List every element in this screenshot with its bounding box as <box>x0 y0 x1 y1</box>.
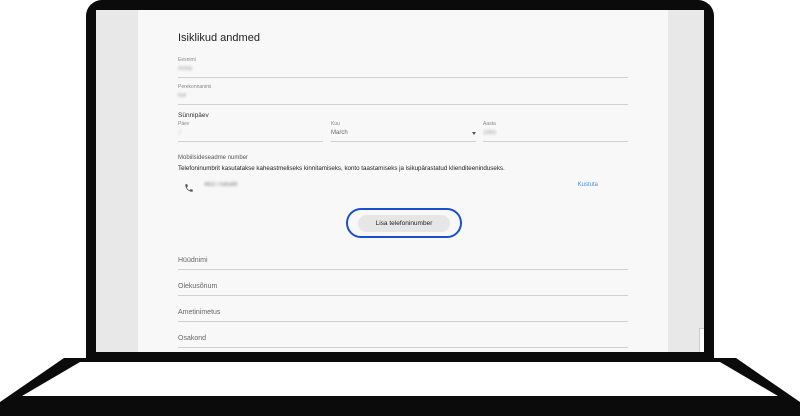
first-name-label: Eesnimi <box>178 57 196 63</box>
mobile-section-title: Mobiilsideseadme number <box>178 155 249 161</box>
scrollbar-handle[interactable] <box>699 328 704 352</box>
mobile-description: Telefoninumbrit kasutatakse kaheastmelis… <box>178 165 505 172</box>
laptop-screen: Isiklikud andmed Eesnimi Anna Perekonnan… <box>96 10 704 352</box>
laptop-base <box>0 358 800 416</box>
month-value: March <box>331 130 348 136</box>
job-title-placeholder: Ametinimetus <box>178 309 221 316</box>
birthday-day-field[interactable]: Päev 7 <box>178 121 323 142</box>
last-name-value: Kill <box>178 93 187 99</box>
month-label: Kuu <box>331 121 340 127</box>
phone-icon <box>184 180 194 192</box>
job-title-field[interactable]: Ametinimetus <box>178 307 628 322</box>
phone-number-value: 4637756589 <box>204 182 238 188</box>
add-phone-button[interactable]: Lisa telefoninumber <box>358 215 450 232</box>
dropdown-arrow-icon <box>472 132 476 135</box>
last-name-label: Perekonnanimi <box>178 84 212 90</box>
day-label: Päev <box>178 121 190 127</box>
status-message-placeholder: Olekusõnum <box>178 283 218 290</box>
birthday-year-field[interactable]: Aasta 1985 <box>483 121 628 142</box>
nickname-placeholder: Hüüdnimi <box>178 257 208 264</box>
status-message-field[interactable]: Olekusõnum <box>178 281 628 296</box>
birthday-month-select[interactable]: Kuu March <box>331 121 476 142</box>
department-field[interactable]: Osakond <box>178 333 628 348</box>
day-value: 7 <box>178 130 182 136</box>
phone-number-row: 4637756589 Kustuta <box>184 180 598 192</box>
birthday-label: Sünnipäev <box>178 112 209 119</box>
year-label: Aasta <box>483 121 496 127</box>
first-name-value: Anna <box>178 66 193 72</box>
delete-phone-link[interactable]: Kustuta <box>578 182 598 188</box>
last-name-field[interactable]: Perekonnanimi Kill <box>178 84 628 105</box>
nickname-field[interactable]: Hüüdnimi <box>178 255 628 270</box>
year-value: 1985 <box>483 130 497 136</box>
department-placeholder: Osakond <box>178 335 207 342</box>
section-title: Isiklikud andmed <box>178 32 260 44</box>
personal-info-page: Isiklikud andmed Eesnimi Anna Perekonnan… <box>138 10 668 352</box>
first-name-field[interactable]: Eesnimi Anna <box>178 57 628 78</box>
